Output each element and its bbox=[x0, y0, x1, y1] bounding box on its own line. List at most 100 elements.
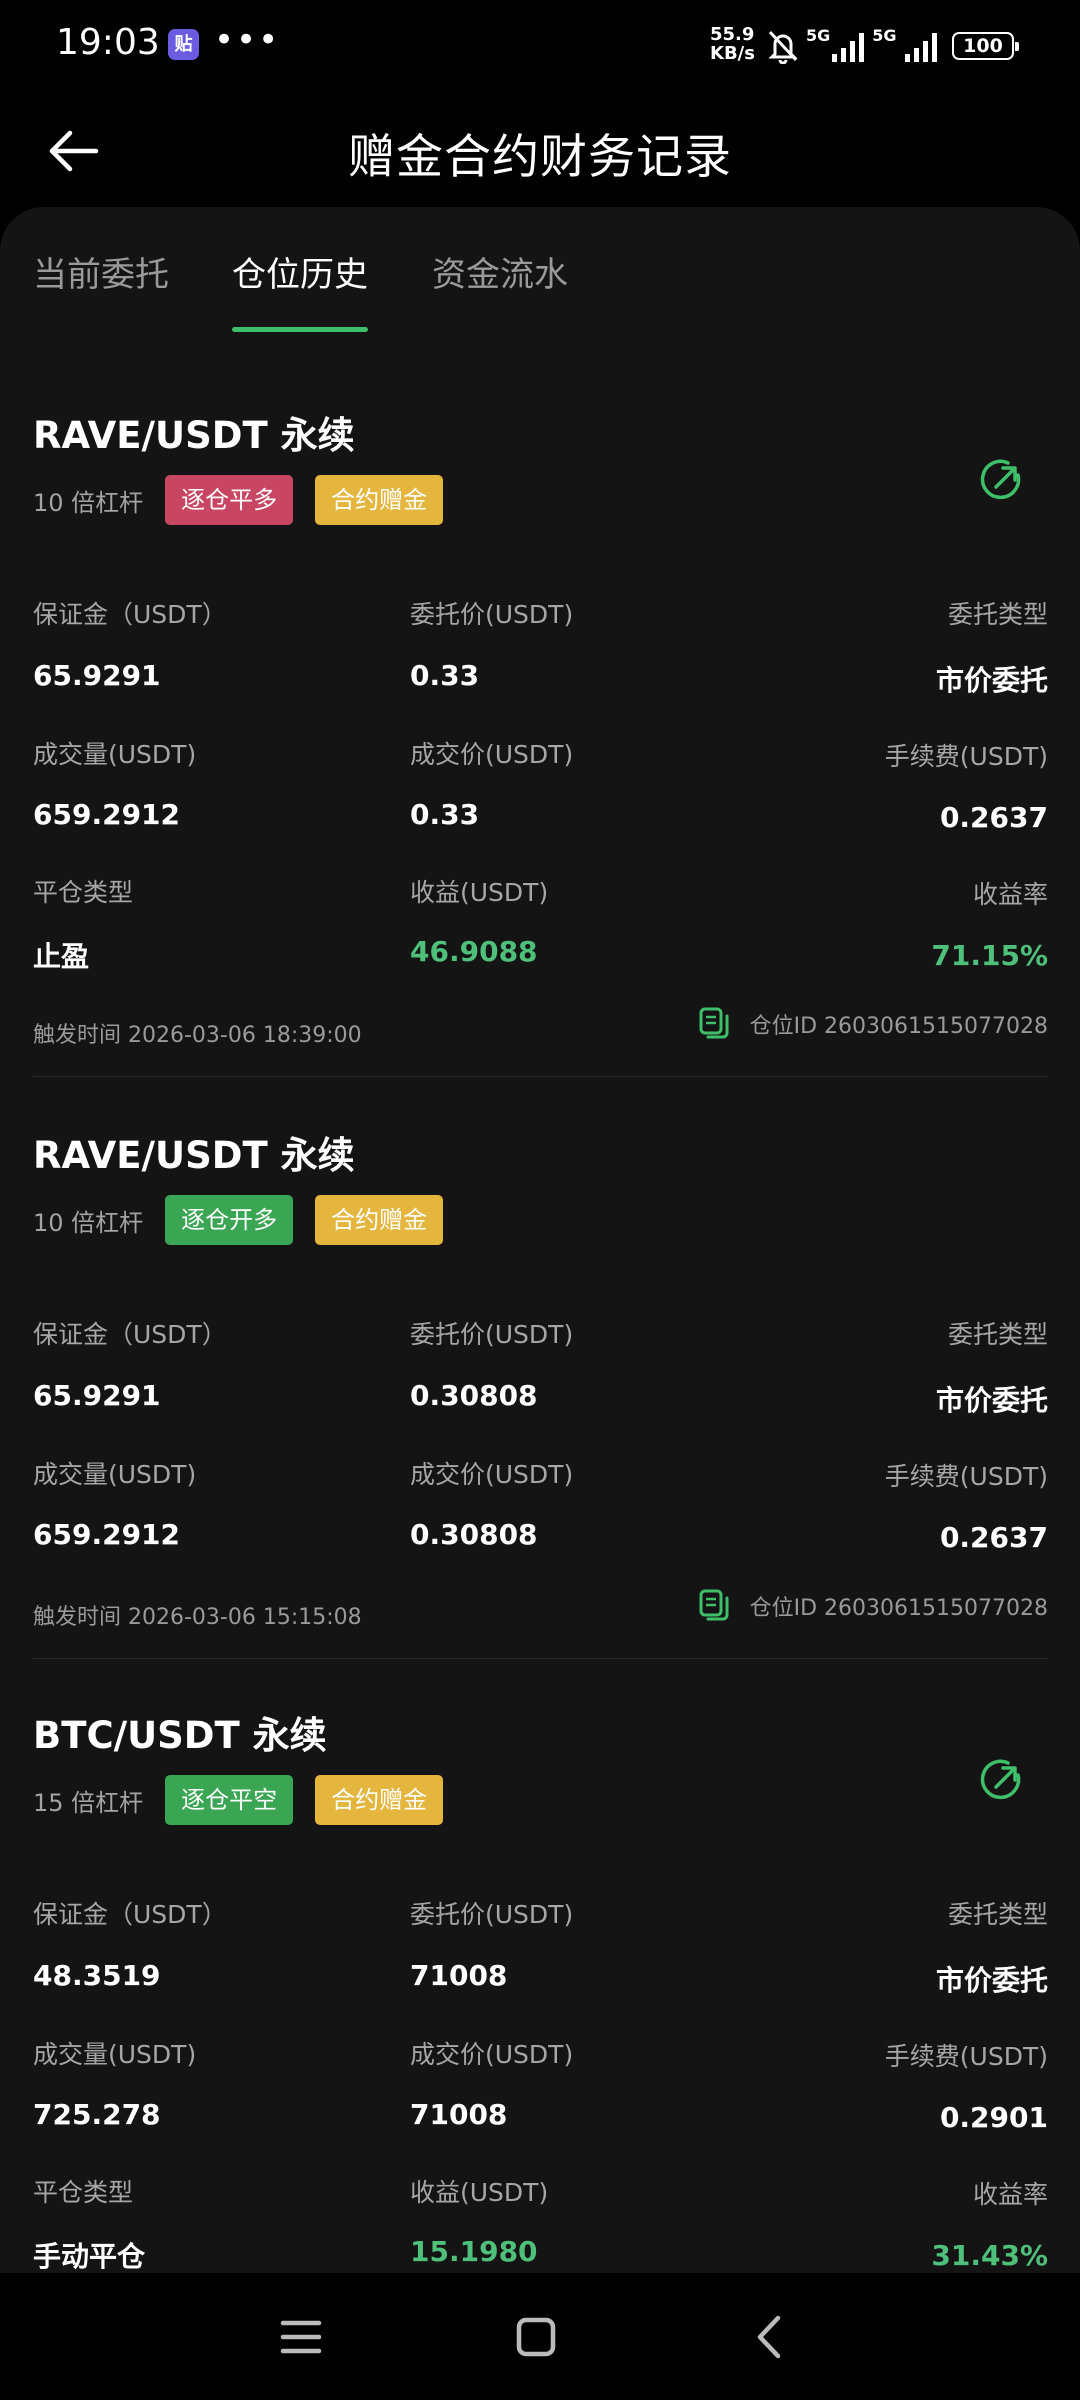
order-price-value: 71008 bbox=[410, 1959, 508, 1992]
position-card[interactable]: RAVE/USDT 永续 10 倍杠杆 逐仓开多 合约赠金 保证金（USDT） … bbox=[33, 1125, 1048, 1659]
fill-price-label: 成交价(USDT) bbox=[410, 2040, 574, 2069]
volume-value: 659.2912 bbox=[33, 798, 181, 831]
copy-icon[interactable] bbox=[698, 1007, 730, 1041]
status-bar: 19:03 贴 ••• 55.9 KB/s 5G 5G 100 bbox=[0, 0, 1080, 90]
close-type-label: 平仓类型 bbox=[33, 878, 134, 907]
signal-bars-icon bbox=[832, 33, 865, 62]
direction-tag: 逐仓开多 bbox=[165, 1195, 294, 1245]
volume-label: 成交量(USDT) bbox=[33, 1460, 197, 1489]
order-price-label: 委托价(USDT) bbox=[410, 600, 574, 629]
tab-bar: 当前委托 仓位历史 资金流水 bbox=[0, 207, 1080, 337]
status-icons: 5G 5G bbox=[766, 26, 939, 66]
content-panel: 当前委托 仓位历史 资金流水 RAVE/USDT 永续 10 倍杠杆 逐仓平多 … bbox=[0, 207, 1080, 2273]
position-id-text: 仓位ID 2603061515077028 bbox=[749, 1014, 1048, 1039]
margin-label: 保证金（USDT） bbox=[33, 1900, 227, 1929]
position-card[interactable]: BTC/USDT 永续 15 倍杠杆 逐仓平空 合约赠金 保证金（USDT） 委… bbox=[33, 1705, 1048, 2273]
mute-bell-icon bbox=[768, 30, 798, 64]
fill-price-value: 71008 bbox=[410, 2098, 508, 2131]
network-speed: 55.9 KB/s bbox=[710, 25, 755, 63]
tab-fund-flow[interactable]: 资金流水 bbox=[432, 247, 568, 296]
order-type-label: 委托类型 bbox=[947, 1900, 1048, 1929]
fee-label: 手续费(USDT) bbox=[884, 1462, 1048, 1491]
home-icon[interactable] bbox=[508, 2309, 564, 2365]
page-title: 赠金合约财务记录 bbox=[348, 130, 732, 185]
share-icon[interactable] bbox=[978, 455, 1028, 505]
signal-bars-icon bbox=[904, 33, 937, 62]
pnl-value: 15.1980 bbox=[410, 2235, 538, 2268]
more-notifications-icon: ••• bbox=[214, 20, 281, 60]
position-id-text: 仓位ID 2603061515077028 bbox=[749, 1596, 1048, 1621]
roi-label: 收益率 bbox=[972, 880, 1048, 909]
system-nav-bar bbox=[0, 2273, 1080, 2400]
fee-label: 手续费(USDT) bbox=[884, 2042, 1048, 2071]
order-price-label: 委托价(USDT) bbox=[410, 1320, 574, 1349]
close-type-value: 止盈 bbox=[33, 940, 90, 973]
bonus-tag: 合约赠金 bbox=[315, 1775, 444, 1825]
bonus-tag: 合约赠金 bbox=[315, 475, 444, 525]
pair-title: RAVE/USDT 永续 bbox=[33, 414, 355, 457]
network-speed-value: 55.9 bbox=[710, 24, 755, 45]
trigger-time: 触发时间 2026-03-06 15:15:08 bbox=[33, 1605, 362, 1630]
fee-value: 0.2901 bbox=[939, 2101, 1048, 2134]
direction-tag: 逐仓平多 bbox=[165, 475, 294, 525]
fill-price-value: 0.33 bbox=[410, 798, 480, 831]
signal-type-2: 5G bbox=[872, 26, 897, 45]
order-price-value: 0.30808 bbox=[410, 1379, 538, 1412]
order-type-label: 委托类型 bbox=[947, 1320, 1048, 1349]
pnl-value: 46.9088 bbox=[410, 935, 538, 968]
leverage-label: 10 倍杠杆 bbox=[33, 488, 144, 517]
divider bbox=[33, 1658, 1048, 1659]
fill-price-label: 成交价(USDT) bbox=[410, 740, 574, 769]
order-type-label: 委托类型 bbox=[947, 600, 1048, 629]
status-time: 19:03 bbox=[56, 22, 160, 63]
margin-label: 保证金（USDT） bbox=[33, 600, 227, 629]
pnl-label: 收益(USDT) bbox=[410, 878, 549, 907]
trigger-time: 触发时间 2026-03-06 18:39:00 bbox=[33, 1023, 362, 1048]
order-price-label: 委托价(USDT) bbox=[410, 1900, 574, 1929]
copy-icon[interactable] bbox=[698, 1589, 730, 1623]
margin-value: 65.9291 bbox=[33, 1379, 161, 1412]
margin-label: 保证金（USDT） bbox=[33, 1320, 227, 1349]
order-type-value: 市价委托 bbox=[935, 1964, 1048, 1997]
battery-icon: 100 bbox=[952, 32, 1019, 60]
header: 赠金合约财务记录 bbox=[0, 90, 1080, 210]
network-speed-unit: KB/s bbox=[710, 43, 755, 64]
margin-value: 48.3519 bbox=[33, 1959, 161, 1992]
tag-row: 10 倍杠杆 逐仓平多 合约赠金 bbox=[33, 475, 465, 525]
order-price-value: 0.33 bbox=[410, 659, 480, 692]
pair-title: RAVE/USDT 永续 bbox=[33, 1134, 355, 1177]
menu-icon[interactable] bbox=[273, 2309, 329, 2365]
pair-title: BTC/USDT 永续 bbox=[33, 1714, 327, 1757]
volume-value: 725.278 bbox=[33, 2098, 161, 2131]
fee-value: 0.2637 bbox=[939, 1521, 1048, 1554]
volume-label: 成交量(USDT) bbox=[33, 2040, 197, 2069]
bonus-tag: 合约赠金 bbox=[315, 1195, 444, 1245]
close-type-value: 手动平仓 bbox=[33, 2240, 146, 2273]
fee-label: 手续费(USDT) bbox=[884, 742, 1048, 771]
volume-label: 成交量(USDT) bbox=[33, 740, 197, 769]
position-id[interactable]: 仓位ID 2603061515077028 bbox=[698, 1007, 1048, 1041]
share-icon[interactable] bbox=[978, 1755, 1028, 1805]
roi-value: 71.15% bbox=[931, 939, 1048, 972]
app-notification-icon: 贴 bbox=[168, 29, 199, 60]
signal-type-1: 5G bbox=[806, 26, 831, 45]
tag-row: 10 倍杠杆 逐仓开多 合约赠金 bbox=[33, 1195, 465, 1245]
direction-tag: 逐仓平空 bbox=[165, 1775, 294, 1825]
tab-current-orders[interactable]: 当前委托 bbox=[33, 247, 169, 296]
fill-price-label: 成交价(USDT) bbox=[410, 1460, 574, 1489]
roi-value: 31.43% bbox=[931, 2239, 1048, 2272]
tab-position-history[interactable]: 仓位历史 bbox=[232, 247, 368, 296]
volume-value: 659.2912 bbox=[33, 1518, 181, 1551]
position-card[interactable]: RAVE/USDT 永续 10 倍杠杆 逐仓平多 合约赠金 保证金（USDT） … bbox=[33, 405, 1048, 1077]
fill-price-value: 0.30808 bbox=[410, 1518, 538, 1551]
position-id[interactable]: 仓位ID 2603061515077028 bbox=[698, 1589, 1048, 1623]
fee-value: 0.2637 bbox=[939, 801, 1048, 834]
leverage-label: 15 倍杠杆 bbox=[33, 1788, 144, 1817]
close-type-label: 平仓类型 bbox=[33, 2178, 134, 2207]
tab-active-indicator bbox=[232, 327, 368, 332]
roi-label: 收益率 bbox=[972, 2180, 1048, 2209]
order-type-value: 市价委托 bbox=[935, 1384, 1048, 1417]
pnl-label: 收益(USDT) bbox=[410, 2178, 549, 2207]
order-type-value: 市价委托 bbox=[935, 664, 1048, 697]
back-icon[interactable] bbox=[742, 2309, 798, 2365]
